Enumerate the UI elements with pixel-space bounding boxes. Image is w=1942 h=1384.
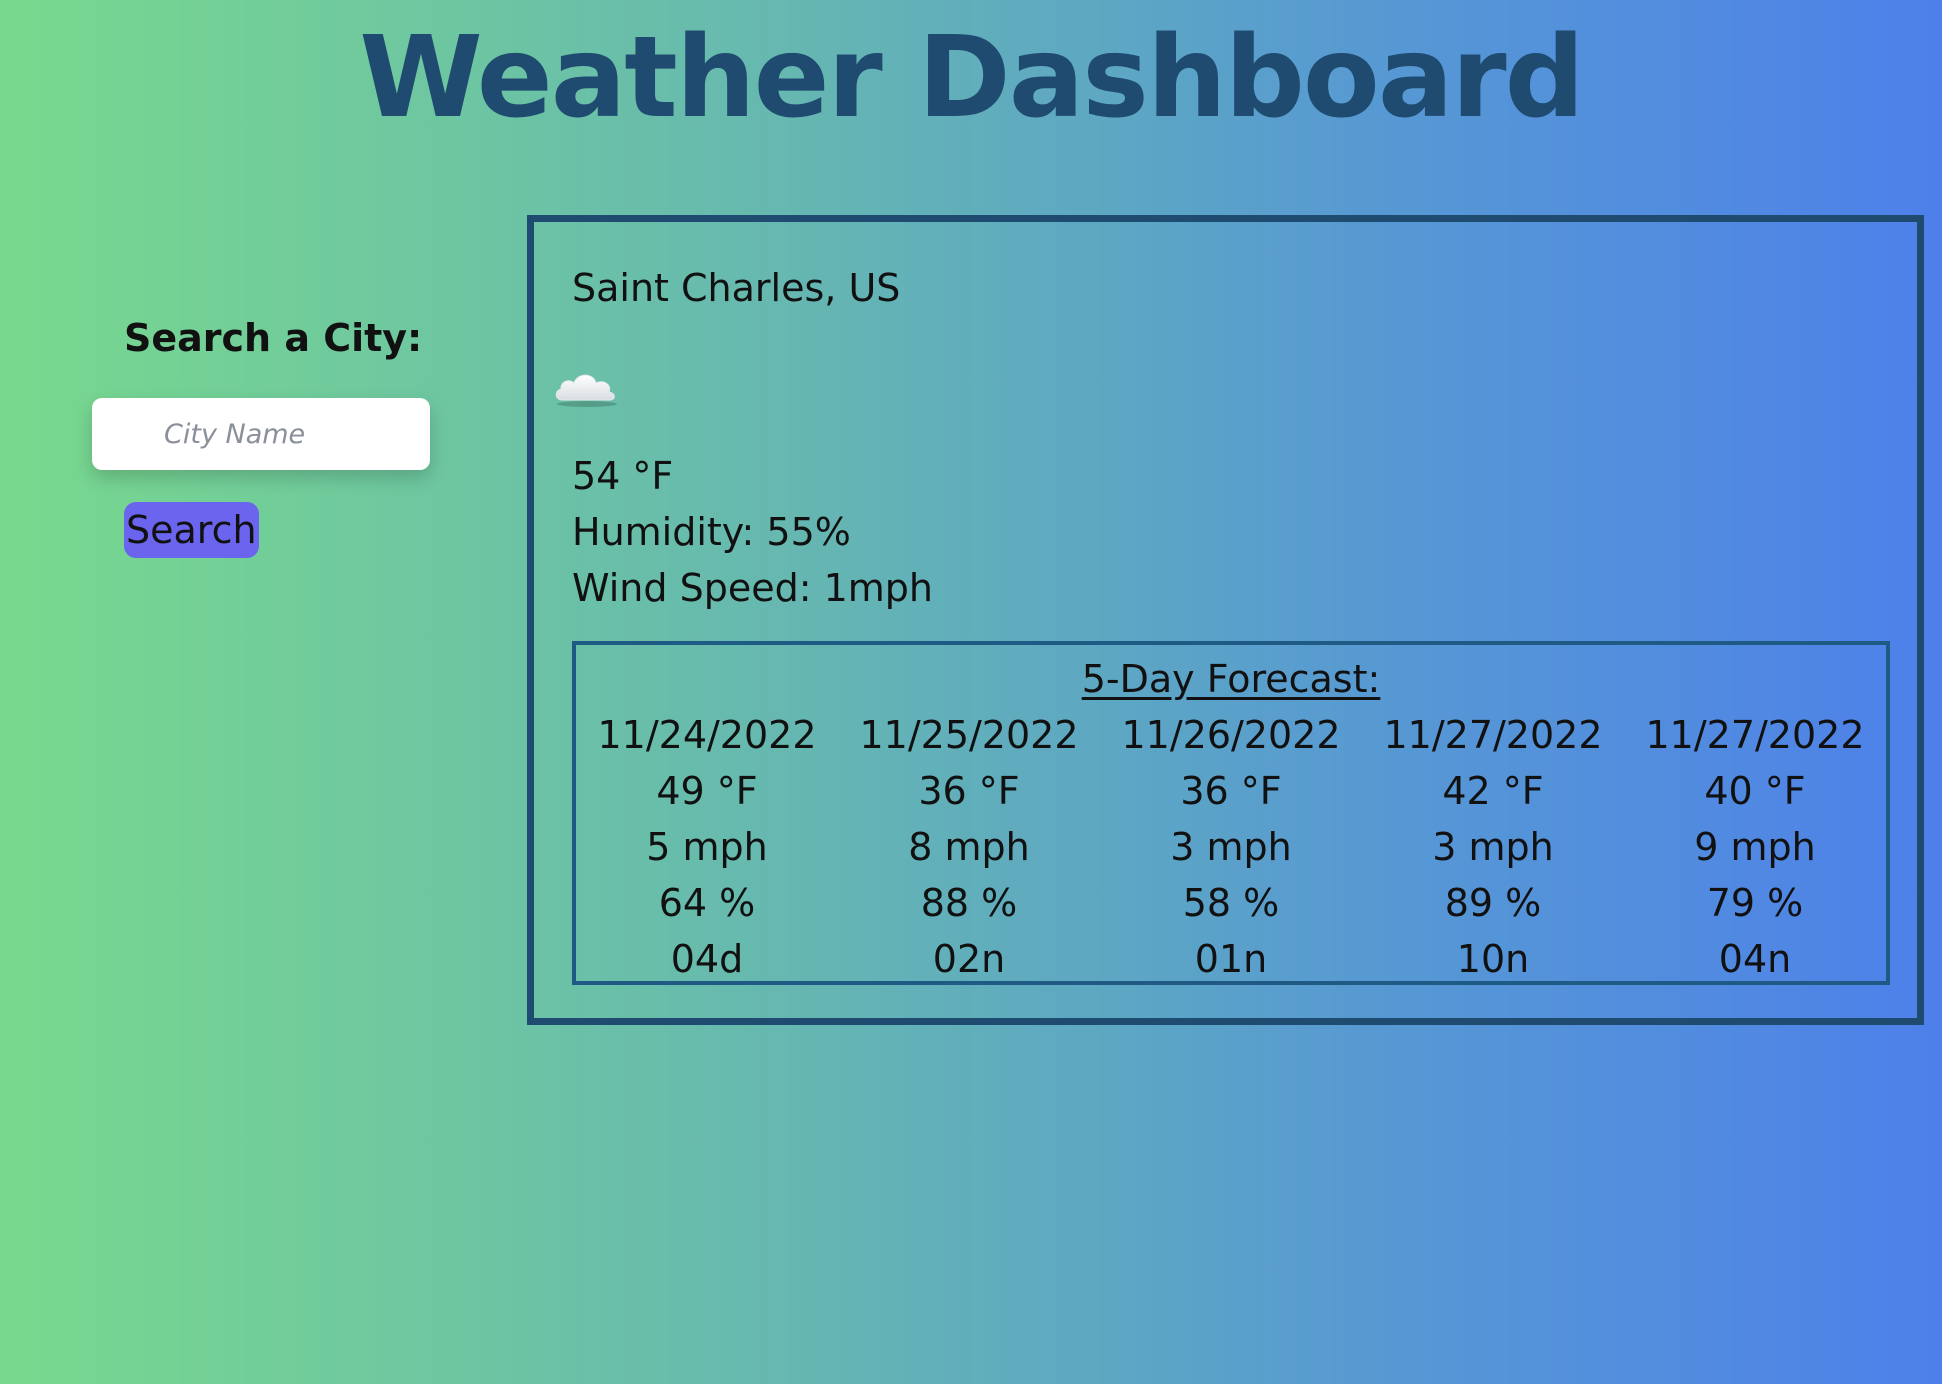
forecast-date: 11/24/2022 [597,713,817,757]
page-title: Weather Dashboard [359,13,1585,143]
forecast-icon-code: 10n [1456,937,1530,981]
forecast-humidity: 88 % [920,881,1018,925]
forecast-temperature: 49 °F [656,769,758,813]
five-day-forecast: 5-Day Forecast: 11/24/2022 49 °F 5 mph 6… [572,641,1890,985]
current-wind-speed: Wind Speed: 1mph [572,566,933,610]
forecast-date: 11/26/2022 [1121,713,1341,757]
forecast-wind: 5 mph [646,825,768,869]
forecast-icon-code: 04d [670,937,744,981]
search-button[interactable]: Search [124,502,259,558]
forecast-date: 11/27/2022 [1645,713,1865,757]
current-weather-card: Saint Charles, US 54 °F Humidity: 55% Wi… [527,215,1924,1025]
city-search-input[interactable] [92,398,430,470]
forecast-date: 11/25/2022 [859,713,1079,757]
forecast-title: 5-Day Forecast: [1081,657,1381,701]
current-humidity: Humidity: 55% [572,510,851,554]
forecast-day-1: 11/24/2022 49 °F 5 mph 64 % 04d [577,707,837,987]
forecast-humidity: 58 % [1182,881,1280,925]
forecast-date: 11/27/2022 [1383,713,1603,757]
forecast-temperature: 42 °F [1442,769,1544,813]
cloud-icon [555,374,617,407]
forecast-humidity: 64 % [658,881,756,925]
current-temperature: 54 °F [572,454,674,498]
forecast-day-2: 11/25/2022 36 °F 8 mph 88 % 02n [839,707,1099,987]
forecast-humidity: 79 % [1706,881,1804,925]
forecast-wind: 3 mph [1170,825,1292,869]
forecast-icon-code: 02n [932,937,1006,981]
forecast-temperature: 36 °F [918,769,1020,813]
search-label: Search a City: [124,316,423,360]
forecast-temperature: 36 °F [1180,769,1282,813]
forecast-day-5: 11/27/2022 40 °F 9 mph 79 % 04n [1625,707,1885,987]
forecast-temperature: 40 °F [1704,769,1806,813]
forecast-days: 11/24/2022 49 °F 5 mph 64 % 04d 11/25/20… [576,707,1886,987]
forecast-wind: 8 mph [908,825,1030,869]
forecast-day-4: 11/27/2022 42 °F 3 mph 89 % 10n [1363,707,1623,987]
forecast-humidity: 89 % [1444,881,1542,925]
forecast-wind: 9 mph [1694,825,1816,869]
city-name: Saint Charles, US [572,266,901,310]
forecast-day-3: 11/26/2022 36 °F 3 mph 58 % 01n [1101,707,1361,987]
forecast-icon-code: 01n [1194,937,1268,981]
forecast-wind: 3 mph [1432,825,1554,869]
current-stats: 54 °F Humidity: 55% Wind Speed: 1mph [572,448,933,616]
forecast-icon-code: 04n [1718,937,1792,981]
